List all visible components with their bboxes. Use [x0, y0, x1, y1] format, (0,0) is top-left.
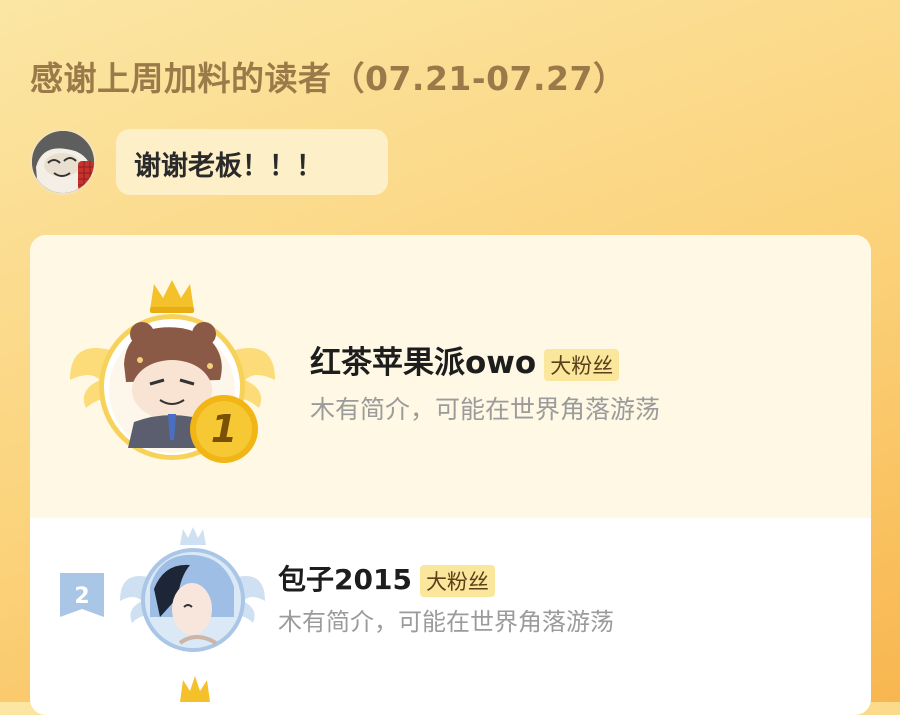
rank-2-username[interactable]: 包子2015 大粉丝 [278, 558, 495, 598]
fan-ranking-card: 1 红茶苹果派owo 大粉丝 木有简介，可能在世界角落游荡 2 包子2015 大… [30, 235, 871, 715]
author-avatar[interactable] [30, 129, 96, 195]
rank-2-avatar-group[interactable] [120, 527, 265, 657]
message-text: 谢谢老板！！！ [134, 151, 323, 182]
rank-2-number: 2 [74, 584, 89, 609]
rank-1-number: 1 [211, 407, 237, 451]
crown-icon [150, 280, 194, 313]
crown-icon [180, 527, 206, 545]
rank-2-fan-badge: 大粉丝 [419, 565, 495, 597]
rank-1-username[interactable]: 红茶苹果派owo 大粉丝 [310, 337, 620, 382]
rank-1-name[interactable]: 红茶苹果派owo [310, 345, 536, 381]
rank-2-name[interactable]: 包子2015 [278, 563, 412, 596]
rank-1-fan-badge: 大粉丝 [544, 348, 620, 381]
message-bubble: 谢谢老板！！！ [116, 129, 388, 195]
rank-2-bio: 木有简介，可能在世界角落游荡 [278, 608, 614, 636]
rank-1-medal: 1 [188, 393, 260, 465]
rank-1-bio: 木有简介，可能在世界角落游荡 [310, 395, 661, 424]
rank-2-flag-icon: 2 [60, 573, 104, 617]
page-title: 感谢上周加料的读者（07.21-07.27） [30, 59, 627, 98]
